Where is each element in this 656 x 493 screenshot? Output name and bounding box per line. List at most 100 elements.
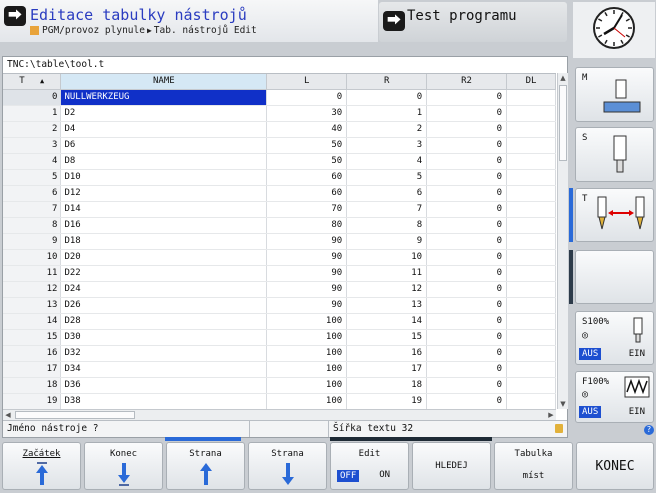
table-row[interactable]: 14 D28 100 14 0 — [3, 313, 556, 330]
cell-t[interactable]: 9 — [3, 233, 62, 250]
cell-dl[interactable] — [506, 297, 556, 314]
m-function-key[interactable]: M — [575, 67, 654, 122]
cell-dl[interactable] — [506, 265, 556, 282]
cell-l[interactable]: 40 — [266, 121, 348, 138]
cell-r2[interactable]: 0 — [426, 361, 508, 378]
cell-r[interactable]: 10 — [346, 249, 428, 266]
cell-t[interactable]: 16 — [3, 345, 62, 362]
table-row[interactable]: 7 D14 70 7 0 — [3, 201, 556, 218]
table-row[interactable]: 4 D8 50 4 0 — [3, 153, 556, 170]
table-row[interactable]: 19 D38 100 19 0 — [3, 393, 556, 409]
scroll-up-icon[interactable]: ▲ — [558, 73, 568, 83]
cell-dl[interactable] — [506, 329, 556, 346]
cell-dl[interactable] — [506, 89, 556, 106]
cell-r[interactable]: 1 — [346, 105, 428, 122]
cell-dl[interactable] — [506, 233, 556, 250]
cell-name[interactable]: D12 — [60, 185, 268, 202]
cell-dl[interactable] — [506, 169, 556, 186]
cell-name[interactable]: D4 — [60, 121, 268, 138]
cell-r2[interactable]: 0 — [426, 105, 508, 122]
table-row[interactable]: 16 D32 100 16 0 — [3, 345, 556, 362]
cell-r[interactable]: 17 — [346, 361, 428, 378]
cell-r2[interactable]: 0 — [426, 169, 508, 186]
cell-r[interactable]: 14 — [346, 313, 428, 330]
cell-l[interactable]: 90 — [266, 297, 348, 314]
cell-t[interactable]: 12 — [3, 281, 62, 298]
cell-name[interactable]: D34 — [60, 361, 268, 378]
cell-r[interactable]: 18 — [346, 377, 428, 394]
cell-r2[interactable]: 0 — [426, 297, 508, 314]
end-softkey[interactable]: Konec — [84, 442, 163, 490]
cell-r2[interactable]: 0 — [426, 185, 508, 202]
cell-t[interactable]: 17 — [3, 361, 62, 378]
column-header-dl[interactable]: DL — [506, 74, 556, 90]
table-row[interactable]: 1 D2 30 1 0 — [3, 105, 556, 122]
cell-dl[interactable] — [506, 393, 556, 409]
cell-name[interactable]: D16 — [60, 217, 268, 234]
cell-name[interactable]: D20 — [60, 249, 268, 266]
column-header-t[interactable]: T ▲ — [3, 74, 62, 90]
column-header-name[interactable]: NAME — [60, 74, 268, 90]
table-row[interactable]: 12 D24 90 12 0 — [3, 281, 556, 298]
cell-r2[interactable]: 0 — [426, 281, 508, 298]
vertical-scroll-thumb[interactable] — [559, 85, 567, 161]
cell-t[interactable]: 11 — [3, 265, 62, 282]
konec-softkey[interactable]: KONEC — [576, 442, 654, 490]
cell-dl[interactable] — [506, 313, 556, 330]
table-row[interactable]: 2 D4 40 2 0 — [3, 121, 556, 138]
cell-r[interactable]: 6 — [346, 185, 428, 202]
cell-t[interactable]: 3 — [3, 137, 62, 154]
cell-t[interactable]: 7 — [3, 201, 62, 218]
secondary-mode-panel[interactable]: ⮕ Test programu — [379, 2, 567, 42]
cell-l[interactable]: 70 — [266, 201, 348, 218]
cell-r[interactable]: 5 — [346, 169, 428, 186]
cell-name[interactable]: D8 — [60, 153, 268, 170]
cell-name[interactable]: D36 — [60, 377, 268, 394]
cell-dl[interactable] — [506, 217, 556, 234]
cell-name[interactable]: D2 — [60, 105, 268, 122]
table-row[interactable]: 3 D6 50 3 0 — [3, 137, 556, 154]
cell-dl[interactable] — [506, 281, 556, 298]
cell-t[interactable]: 15 — [3, 329, 62, 346]
table-row[interactable]: 5 D10 60 5 0 — [3, 169, 556, 186]
column-header-r2[interactable]: R2 — [426, 74, 508, 90]
page-up-softkey[interactable]: Strana — [166, 442, 245, 490]
cell-r2[interactable]: 0 — [426, 377, 508, 394]
table-row[interactable]: 13 D26 90 13 0 — [3, 297, 556, 314]
cell-t[interactable]: 5 — [3, 169, 62, 186]
table-row[interactable]: 0 NULLWERKZEUG 0 0 0 — [3, 89, 556, 106]
cell-r[interactable]: 9 — [346, 233, 428, 250]
cell-r2[interactable]: 0 — [426, 201, 508, 218]
cell-name[interactable]: D10 — [60, 169, 268, 186]
table-row[interactable]: 8 D16 80 8 0 — [3, 217, 556, 234]
cell-r[interactable]: 16 — [346, 345, 428, 362]
cell-t[interactable]: 14 — [3, 313, 62, 330]
empty-side-key[interactable] — [575, 250, 654, 304]
cell-l[interactable]: 90 — [266, 265, 348, 282]
cell-r2[interactable]: 0 — [426, 313, 508, 330]
cell-name[interactable]: D18 — [60, 233, 268, 250]
cell-t[interactable]: 13 — [3, 297, 62, 314]
cell-name[interactable]: D30 — [60, 329, 268, 346]
cell-r2[interactable]: 0 — [426, 121, 508, 138]
cell-name[interactable]: D26 — [60, 297, 268, 314]
edit-toggle-softkey[interactable]: Edit OFF ON — [330, 442, 409, 490]
cell-r2[interactable]: 0 — [426, 89, 508, 106]
cell-r2[interactable]: 0 — [426, 137, 508, 154]
cell-name[interactable]: D38 — [60, 393, 268, 409]
cell-name[interactable]: D14 — [60, 201, 268, 218]
cell-dl[interactable] — [506, 345, 556, 362]
cell-r[interactable]: 19 — [346, 393, 428, 409]
cell-l[interactable]: 80 — [266, 217, 348, 234]
cell-l[interactable]: 60 — [266, 169, 348, 186]
cell-name[interactable]: NULLWERKZEUG — [60, 89, 268, 106]
table-row[interactable]: 9 D18 90 9 0 — [3, 233, 556, 250]
scroll-down-icon[interactable]: ▼ — [558, 399, 568, 409]
cell-l[interactable]: 0 — [266, 89, 348, 106]
feed-override-key[interactable]: F100% ◎ AUS EIN — [575, 371, 654, 423]
cell-t[interactable]: 8 — [3, 217, 62, 234]
horizontal-scroll-thumb[interactable] — [15, 411, 135, 419]
cell-t[interactable]: 4 — [3, 153, 62, 170]
cell-r[interactable]: 11 — [346, 265, 428, 282]
cell-r2[interactable]: 0 — [426, 393, 508, 409]
